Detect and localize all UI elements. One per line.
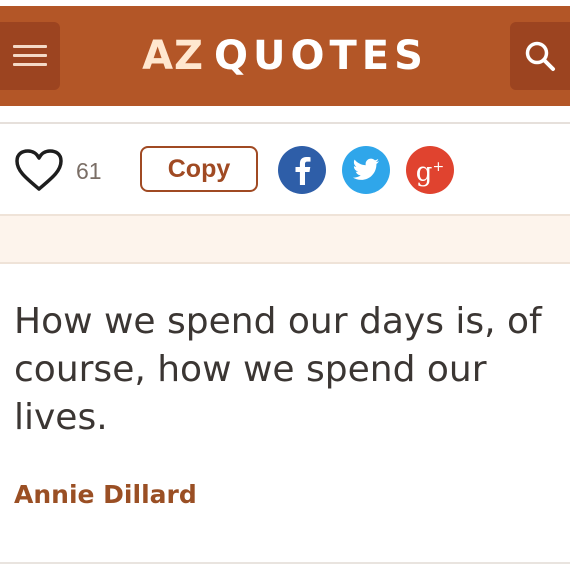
logo-quotes: QUOTES [214,33,428,79]
site-logo[interactable]: AZ QUOTES [0,28,570,84]
divider [0,562,570,564]
google-plus-icon: g+ [415,157,445,188]
search-button[interactable] [510,22,570,90]
facebook-icon [295,157,311,185]
quote-author[interactable]: Annie Dillard [14,480,197,509]
separator-strip [0,214,570,264]
heart-icon[interactable] [14,148,64,192]
action-bar: 61 Copy g+ [0,122,570,214]
twitter-icon [352,158,379,180]
quote-page: AZ QUOTES 61 Copy g+ How we spend our da… [0,0,570,570]
quote-text[interactable]: How we spend our days is, of course, how… [14,298,554,442]
logo-az: AZ [142,33,205,79]
facebook-share-button[interactable] [278,146,326,194]
google-plus-share-button[interactable]: g+ [406,146,454,194]
twitter-share-button[interactable] [342,146,390,194]
copy-button[interactable]: Copy [140,146,258,192]
search-icon [525,41,555,71]
site-header: AZ QUOTES [0,0,570,106]
like-count: 61 [76,158,102,184]
